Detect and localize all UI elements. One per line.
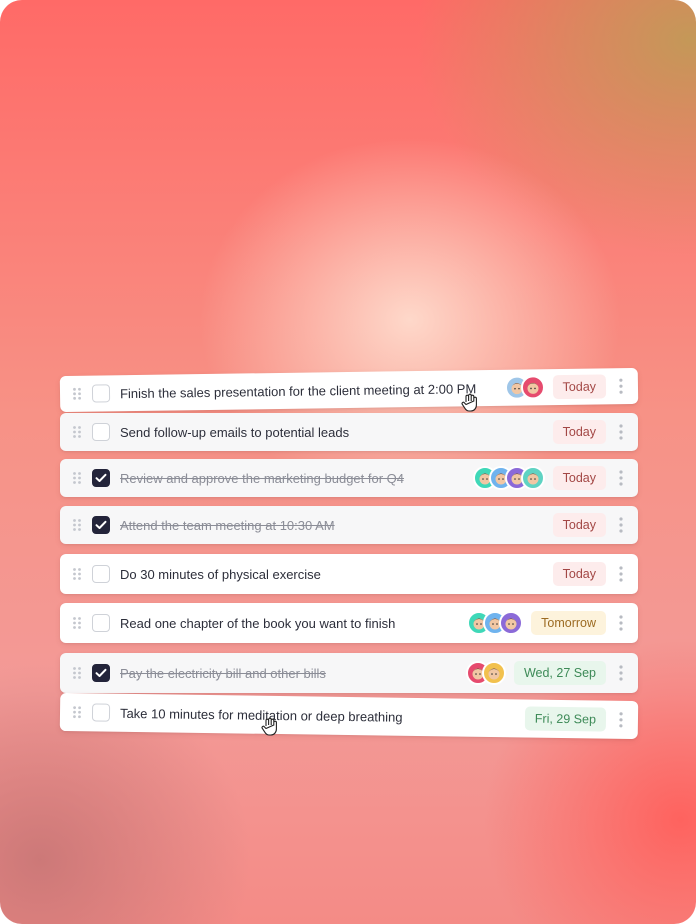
assignee-avatars [467,611,524,635]
drag-handle-icon[interactable] [70,616,84,630]
drag-handle-icon[interactable] [70,471,84,485]
task-row[interactable]: Pay the electricity bill and other bills… [60,653,638,693]
drag-handle-icon[interactable] [70,666,84,680]
task-title: Attend the team meeting at 10:30 AM [120,517,335,533]
checkmark-icon [95,473,107,483]
task-title: Finish the sales presentation for the cl… [119,380,477,401]
due-date-badge[interactable]: Fri, 29 Sep [524,706,607,732]
drag-handle-icon[interactable] [70,425,84,439]
due-date-badge[interactable]: Today [552,420,606,444]
task-row[interactable]: Attend the team meeting at 10:30 AM Today [60,506,638,544]
due-date-badge[interactable]: Today [552,374,607,400]
avatar [520,466,545,490]
assignee-avatars [465,661,506,685]
task-title: Do 30 minutes of physical exercise [120,566,321,582]
task-checkbox[interactable] [92,664,110,682]
due-date-badge[interactable]: Today [552,562,606,586]
drag-handle-icon[interactable] [70,518,84,532]
due-date-badge[interactable]: Tomorrow [531,611,606,635]
task-row[interactable]: Finish the sales presentation for the cl… [59,367,639,413]
task-title: Pay the electricity bill and other bills [120,665,326,681]
more-vertical-icon[interactable] [616,615,626,631]
task-row[interactable]: Read one chapter of the book you want to… [60,603,638,643]
more-vertical-icon[interactable] [616,712,626,728]
hand-cursor-icon [259,716,281,738]
more-vertical-icon[interactable] [616,470,626,486]
task-checkbox[interactable] [92,423,110,441]
assignee-avatars [472,466,545,490]
task-checkbox[interactable] [92,565,110,583]
due-date-badge[interactable]: Today [552,513,606,537]
more-vertical-icon[interactable] [616,424,626,440]
due-date-badge[interactable]: Today [552,466,606,490]
task-row[interactable]: Review and approve the marketing budget … [60,459,638,497]
drag-handle-icon[interactable] [70,387,84,401]
drag-handle-icon[interactable] [70,705,84,719]
more-vertical-icon[interactable] [616,665,626,681]
task-checkbox[interactable] [92,614,110,632]
checkmark-icon [95,520,107,530]
background-canvas: Finish the sales presentation for the cl… [0,0,696,924]
due-date-badge[interactable]: Wed, 27 Sep [513,661,606,685]
task-checkbox[interactable] [91,703,111,722]
task-row[interactable]: Take 10 minutes for meditation or deep b… [59,692,639,740]
hand-cursor-icon [459,392,481,414]
task-title: Send follow-up emails to potential leads [120,424,350,440]
checkmark-icon [95,668,107,678]
more-vertical-icon[interactable] [616,566,626,582]
task-checkbox[interactable] [91,384,111,403]
avatar [499,611,524,635]
avatar [520,375,545,400]
task-checkbox[interactable] [92,469,110,487]
task-title: Read one chapter of the book you want to… [120,615,396,631]
avatar [481,661,506,685]
task-title: Take 10 minutes for meditation or deep b… [119,705,403,725]
assignee-avatars [504,375,545,400]
task-title: Review and approve the marketing budget … [120,470,405,486]
task-checkbox[interactable] [92,516,110,534]
more-vertical-icon[interactable] [616,517,626,533]
more-vertical-icon[interactable] [616,378,626,394]
drag-handle-icon[interactable] [70,567,84,581]
task-row[interactable]: Do 30 minutes of physical exercise Today [60,554,638,594]
task-row[interactable]: Send follow-up emails to potential leads… [60,413,638,451]
